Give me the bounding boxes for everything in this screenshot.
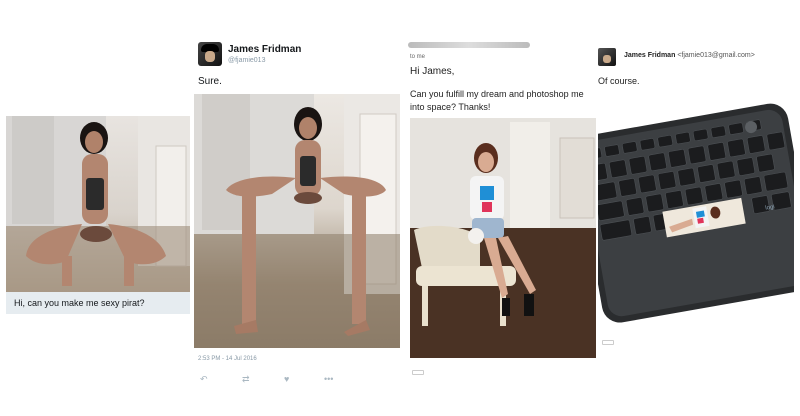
- reply-button[interactable]: [412, 370, 424, 375]
- email-request: Can you fulfill my dream and photoshop m…: [410, 89, 584, 112]
- email-header: James Fridman <fjamie013@gmail.com>: [596, 46, 800, 66]
- email-request-card: to me Hi James, Can you fulfill my dream…: [408, 40, 596, 380]
- email-reply-text: Of course.: [598, 76, 640, 86]
- tweet-header: James Fridman @fjamie013: [194, 38, 400, 68]
- keyboard-photo[interactable]: logi: [598, 98, 794, 354]
- email-reply-card: James Fridman <fjamie013@gmail.com> Of c…: [596, 40, 800, 360]
- author-handle[interactable]: @fjamie013: [228, 57, 265, 64]
- recipient-label[interactable]: to me: [410, 54, 425, 60]
- reply-button[interactable]: [602, 340, 614, 345]
- tweet-reply-card: James Fridman @fjamie013 Sure. 2:53 PM -…: [194, 38, 400, 394]
- original-photo: [6, 116, 190, 292]
- edited-photo[interactable]: [194, 94, 400, 348]
- retweet-icon[interactable]: ⇄: [242, 372, 250, 386]
- request-caption: Hi, can you make me sexy pirat?: [6, 292, 190, 314]
- email-sender[interactable]: James Fridman <fjamie013@gmail.com>: [624, 52, 755, 59]
- sender-name: James Fridman: [624, 52, 676, 59]
- author-name[interactable]: James Fridman: [228, 44, 301, 55]
- email-greeting: Hi James,: [410, 66, 455, 77]
- blurred-sender: [408, 42, 530, 48]
- tweet-timestamp[interactable]: 2:53 PM - 14 Jul 2016: [198, 356, 257, 362]
- tweet-text: Sure.: [198, 76, 222, 87]
- request-card-pirate: Hi, can you make me sexy pirat?: [6, 116, 190, 314]
- reply-icon[interactable]: ↶: [200, 372, 208, 386]
- like-icon[interactable]: ♥: [284, 372, 289, 386]
- avatar[interactable]: [598, 48, 616, 66]
- tweet-actions: ↶ ⇄ ♥ •••: [198, 372, 348, 386]
- request-photo[interactable]: [410, 118, 596, 358]
- avatar[interactable]: [198, 42, 222, 66]
- more-icon[interactable]: •••: [324, 372, 333, 386]
- sender-email: <fjamie013@gmail.com>: [677, 52, 755, 59]
